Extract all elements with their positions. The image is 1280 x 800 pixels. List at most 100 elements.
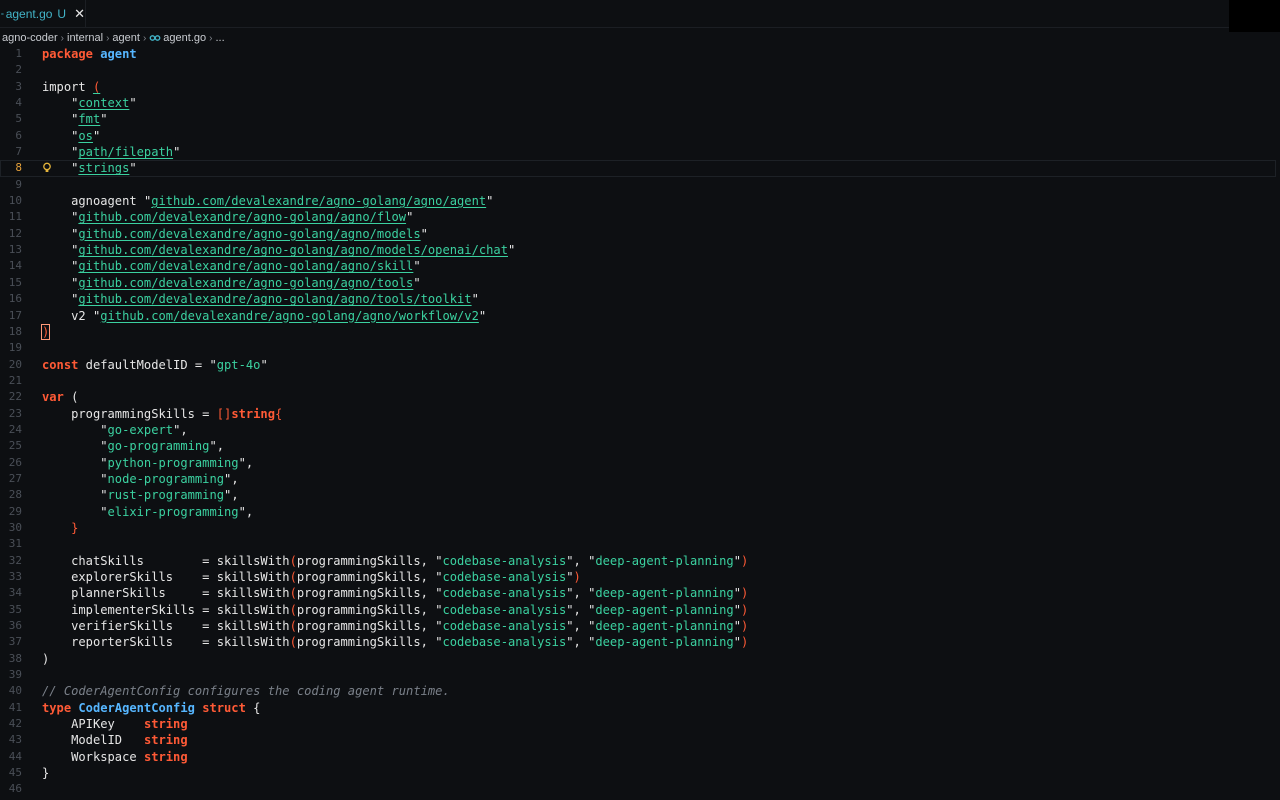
- code-line[interactable]: 8 "strings": [0, 160, 1276, 177]
- code-token: ": [100, 422, 108, 437]
- code-token: programmingSkills,: [296, 586, 436, 601]
- code-line[interactable]: 16 "github.com/devalexandre/agno-golang/…: [0, 291, 1280, 307]
- code-token: ,: [245, 455, 254, 470]
- code-token: ModelID: [42, 733, 144, 748]
- code-token: ": [733, 586, 741, 601]
- code-token: python-programming: [107, 455, 239, 470]
- code-editor[interactable]: 1 package agent 2 3 import (4 "context" 5 "fm…: [0, 46, 1280, 800]
- code-text: "fmt": [42, 111, 107, 127]
- code-line[interactable]: 2: [0, 62, 1280, 78]
- code-token: ": [733, 553, 741, 568]
- breadcrumb-item-agent[interactable]: agent: [112, 32, 140, 44]
- code-line[interactable]: 31: [0, 536, 1280, 552]
- code-line[interactable]: 12 "github.com/devalexandre/agno-golang/…: [0, 226, 1280, 242]
- code-line[interactable]: 24 "go-expert",: [0, 422, 1280, 438]
- code-token: ": [100, 488, 108, 503]
- code-line[interactable]: 19: [0, 340, 1280, 356]
- close-icon[interactable]: ✕: [74, 7, 85, 20]
- code-line[interactable]: 9: [0, 177, 1280, 193]
- line-number: 34: [8, 586, 22, 600]
- code-token: var: [42, 390, 64, 405]
- go-file-icon: [1, 12, 4, 15]
- code-line[interactable]: 45}: [0, 765, 1280, 781]
- code-token: plannerSkills =: [42, 586, 217, 601]
- code-line[interactable]: 40 // CoderAgentConfig configures the cod…: [0, 683, 1280, 699]
- code-line[interactable]: 34 plannerSkills = skillsWith(programmin…: [0, 585, 1280, 601]
- code-token: ,: [573, 553, 589, 568]
- code-text: chatSkills = skillsWith(programmingSkill…: [42, 553, 748, 569]
- code-token: implementerSkills =: [42, 602, 217, 617]
- code-token: ,: [180, 422, 188, 437]
- code-line[interactable]: 6 "os": [0, 128, 1280, 144]
- code-line[interactable]: 32 chatSkills = skillsWith(programmingSk…: [0, 553, 1280, 569]
- code-line[interactable]: 35 implementerSkills = skillsWith(progra…: [0, 602, 1280, 618]
- code-text: "github.com/devalexandre/agno-golang/agn…: [42, 209, 413, 225]
- code-line[interactable]: 1 package agent: [0, 46, 1280, 62]
- code-token: deep-agent-planning: [595, 553, 734, 568]
- code-line[interactable]: 15 "github.com/devalexandre/agno-golang/…: [0, 275, 1280, 291]
- tab-agent-go[interactable]: agent.go U ✕: [0, 0, 86, 27]
- line-number: 14: [8, 259, 22, 273]
- code-line[interactable]: 46: [0, 781, 1280, 797]
- code-text: "github.com/devalexandre/agno-golang/agn…: [42, 242, 515, 258]
- code-line[interactable]: 10 agnoagent "github.com/devalexandre/ag…: [0, 193, 1280, 209]
- code-token: ): [741, 586, 749, 601]
- code-token: ": [173, 145, 181, 160]
- code-line[interactable]: 11 "github.com/devalexandre/agno-golang/…: [0, 209, 1280, 225]
- code-line[interactable]: 44 Workspace string: [0, 749, 1280, 765]
- code-line[interactable]: 27 "node-programming",: [0, 471, 1280, 487]
- code-line[interactable]: 42 APIKey string: [0, 716, 1280, 732]
- breadcrumb-item-file[interactable]: agent.go: [163, 32, 206, 44]
- line-number: 33: [8, 570, 22, 583]
- code-token: ": [100, 439, 108, 454]
- code-line[interactable]: 38): [0, 651, 1280, 667]
- code-text: "node-programming",: [42, 471, 238, 487]
- line-number: 7: [15, 145, 22, 159]
- code-line[interactable]: 4 "context": [0, 95, 1280, 111]
- code-text: programmingSkills = []string{: [42, 406, 282, 422]
- code-line[interactable]: 25 "go-programming",: [0, 438, 1280, 454]
- code-line[interactable]: 43 ModelID string: [0, 732, 1280, 748]
- code-token: ": [209, 357, 217, 372]
- code-line[interactable]: 33 explorerSkills = skillsWith(programmi…: [0, 569, 1280, 585]
- line-number: 35: [8, 602, 22, 616]
- code-line[interactable]: 5 "fmt": [0, 111, 1280, 127]
- breadcrumb-separator: ›: [60, 32, 64, 44]
- code-line[interactable]: 20 const defaultModelID = "gpt-4o": [0, 357, 1280, 373]
- code-token: ": [100, 471, 108, 486]
- tab-bar: agent.go U ✕: [0, 0, 1280, 32]
- breadcrumb-item-internal[interactable]: internal: [67, 32, 103, 44]
- code-line[interactable]: 26 "python-programming",: [0, 455, 1280, 471]
- code-line[interactable]: 23 programmingSkills = []string{: [0, 406, 1280, 422]
- window-control-area[interactable]: [1229, 0, 1280, 32]
- code-line[interactable]: 17 v2 "github.com/devalexandre/agno-gola…: [0, 308, 1280, 324]
- code-token: reporterSkills =: [42, 635, 217, 650]
- code-token: strings: [78, 161, 130, 176]
- code-line[interactable]: 3 import (: [0, 79, 1280, 95]
- code-line[interactable]: 18): [0, 323, 1280, 340]
- breadcrumb-item-symbols[interactable]: ...: [215, 32, 224, 44]
- tab-untracked-status: U: [57, 6, 67, 21]
- code-line[interactable]: 22 var (: [0, 389, 1280, 405]
- code-line[interactable]: 7 "path/filepath": [0, 144, 1280, 160]
- code-line[interactable]: 29 "elixir-programming",: [0, 504, 1280, 520]
- code-line[interactable]: 14 "github.com/devalexandre/agno-golang/…: [0, 258, 1280, 274]
- breadcrumb-item-root[interactable]: agno-coder: [2, 32, 58, 44]
- code-line[interactable]: 28 "rust-programming",: [0, 487, 1280, 503]
- code-line[interactable]: 39: [0, 667, 1280, 683]
- code-token: codebase-analysis: [442, 586, 567, 601]
- code-text: "strings": [42, 160, 137, 176]
- code-line[interactable]: 41 type CoderAgentConfig struct {: [0, 700, 1280, 716]
- code-line[interactable]: 21: [0, 373, 1280, 389]
- code-line[interactable]: 36 verifierSkills = skillsWith(programmi…: [0, 618, 1280, 634]
- code-line[interactable]: 13 "github.com/devalexandre/agno-golang/…: [0, 242, 1280, 258]
- code-line[interactable]: 37 reporterSkills = skillsWith(programmi…: [0, 634, 1280, 650]
- code-token: (: [289, 619, 297, 634]
- breadcrumb-separator: ›: [142, 32, 147, 44]
- code-line[interactable]: 30 }: [0, 520, 1280, 536]
- code-token: []: [216, 406, 232, 421]
